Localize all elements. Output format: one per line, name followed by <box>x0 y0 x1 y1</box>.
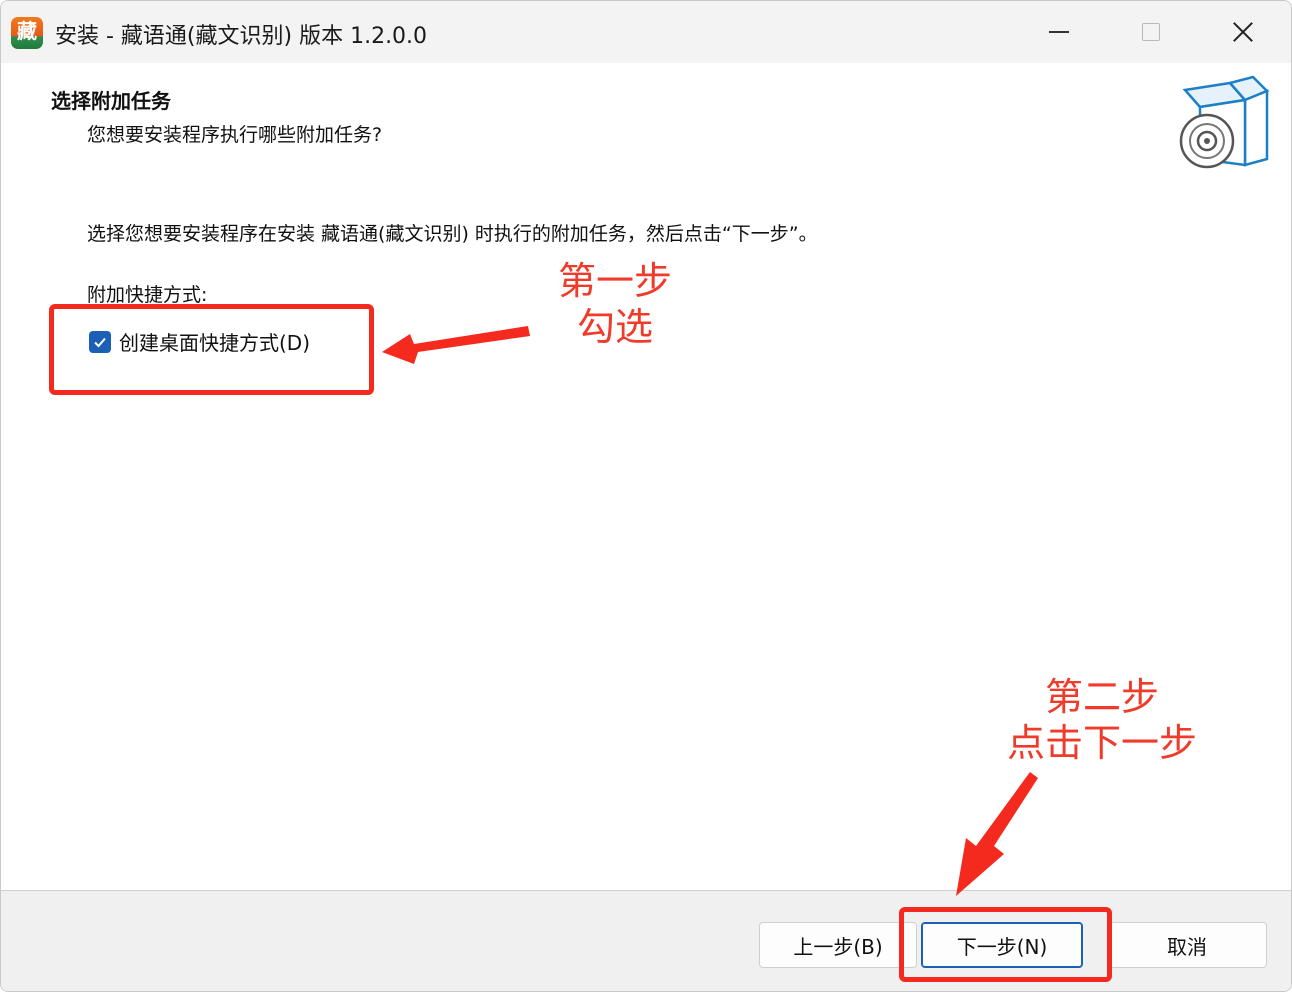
back-button[interactable]: 上一步(B) <box>759 922 917 968</box>
close-button[interactable] <box>1197 1 1289 63</box>
close-icon <box>1232 21 1254 43</box>
setup-box-icon <box>1179 75 1270 169</box>
step1-title: 第一步 <box>557 259 672 303</box>
step1-annotation: 第一步 勾选 <box>548 258 682 350</box>
minimize-icon <box>1049 31 1069 33</box>
page-subtitle: 您想要安装程序执行哪些附加任务? <box>87 124 383 146</box>
minimize-button[interactable] <box>1013 1 1105 63</box>
shortcut-group-label: 附加快捷方式: <box>87 284 208 306</box>
maximize-button[interactable] <box>1105 1 1197 63</box>
task-description: 选择您想要安装程序在安装 藏语通(藏文识别) 时执行的附加任务，然后点击“下一步… <box>87 223 818 245</box>
title-bar[interactable]: 藏 安装 - 藏语通(藏文识别) 版本 1.2.0.0 <box>1 1 1291 63</box>
page-title: 选择附加任务 <box>51 89 171 113</box>
step2-annotation: 第二步 点击下一步 <box>998 674 1206 766</box>
window-title: 安装 - 藏语通(藏文识别) 版本 1.2.0.0 <box>55 24 428 49</box>
app-icon: 藏 <box>11 17 43 49</box>
step1-action: 勾选 <box>576 305 653 349</box>
maximize-icon <box>1142 23 1160 41</box>
installer-window: 藏 安装 - 藏语通(藏文识别) 版本 1.2.0.0 选择附加任务 您想要安装… <box>0 0 1292 992</box>
step2-title: 第二步 <box>1044 675 1159 719</box>
step1-highlight-box <box>49 304 374 395</box>
step2-highlight-box <box>899 907 1112 982</box>
cancel-button[interactable]: 取消 <box>1107 922 1267 968</box>
step2-action: 点击下一步 <box>1006 721 1197 765</box>
